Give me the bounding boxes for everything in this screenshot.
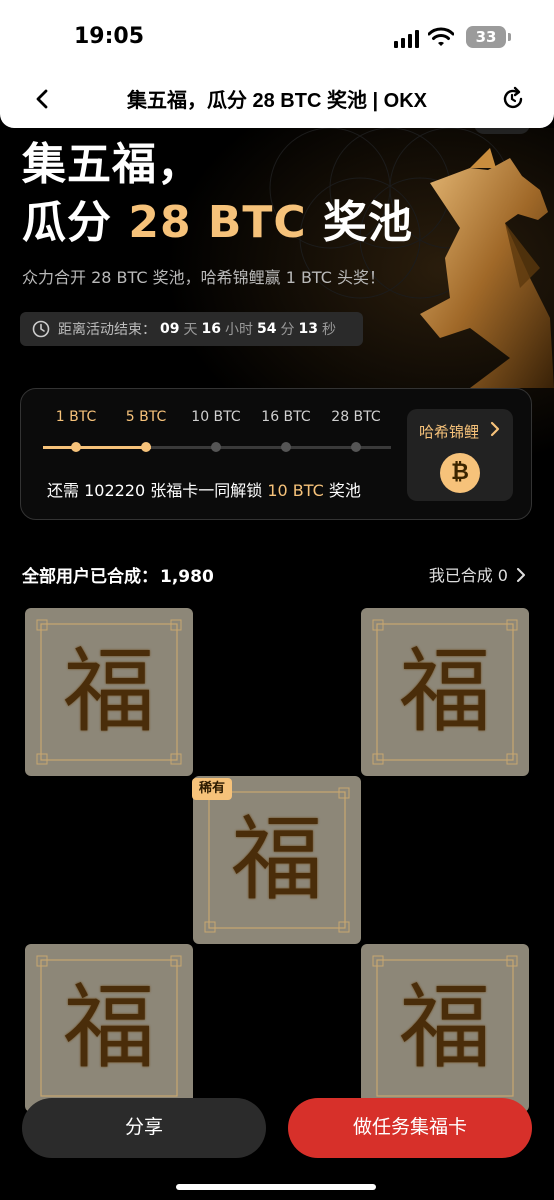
hash-koi-button[interactable]: 哈希锦鲤 ₿ (407, 409, 513, 501)
fu-card[interactable]: 福 (361, 608, 529, 776)
home-indicator[interactable] (176, 1184, 376, 1190)
tier-dot-3 (211, 442, 221, 452)
bitcoin-icon: ₿ (440, 453, 480, 493)
headline-line1: 集五福， (22, 139, 202, 190)
collect-cards-task-button[interactable]: 做任务集福卡 (288, 1098, 532, 1158)
tier-label-2: 5 BTC (125, 409, 167, 425)
fu-character: 福 (398, 638, 491, 745)
all-users-label: 全部用户已合成： (22, 567, 158, 587)
tier-dot-4 (281, 442, 291, 452)
countdown-minutes: 54 (256, 321, 277, 337)
refresh-icon[interactable] (498, 84, 528, 114)
headline: 集五福， 瓜分 28 BTC 奖池 (22, 136, 413, 252)
fu-card[interactable]: 福 (25, 608, 193, 776)
countdown-days: 09 (160, 321, 180, 337)
progress-fill (43, 446, 151, 449)
tier-label-3: 10 BTC (191, 409, 241, 425)
chevron-right-icon (490, 421, 500, 437)
fu-card[interactable]: 福 (361, 944, 529, 1112)
prize-pool-progress-card: 1 BTC 5 BTC 10 BTC 16 BTC 28 BTC 还需 1022… (20, 388, 532, 520)
chevron-right-icon (517, 568, 525, 582)
clock-icon (32, 320, 50, 338)
fu-character: 福 (398, 974, 491, 1081)
headline-accent: 28 BTC (128, 197, 307, 248)
tier-labels: 1 BTC 5 BTC 10 BTC 16 BTC 28 BTC (41, 409, 391, 429)
unlock-suffix: 奖池 (323, 481, 361, 500)
koi-label: 哈希锦鲤 (419, 423, 480, 441)
status-bar: 19:05 33 (0, 0, 554, 72)
tier-label-5: 28 BTC (331, 409, 381, 425)
unlock-requirement: 还需 102220 张福卡一同解锁 10 BTC 奖池 (47, 477, 361, 501)
headline-prefix: 瓜分 (22, 197, 129, 248)
fu-card[interactable]: 福 (25, 944, 193, 1112)
countdown-seconds-unit: 秒 (321, 322, 336, 338)
unlock-prefix: 还需 102220 张福卡一同解锁 (47, 481, 268, 500)
tier-dot-5 (351, 442, 361, 452)
countdown-days-unit: 天 (183, 322, 198, 338)
countdown-hours-unit: 小时 (224, 322, 253, 338)
headline-suffix: 奖池 (306, 197, 414, 248)
fu-card-rare[interactable]: 福 (193, 776, 361, 944)
signal-icon (394, 30, 420, 48)
fu-character: 福 (62, 638, 155, 745)
tier-label-4: 16 BTC (261, 409, 311, 425)
headline-line2: 瓜分 28 BTC 奖池 (22, 194, 413, 252)
fu-character: 福 (230, 806, 323, 913)
countdown-timer: 距离活动结束： 09 天 16 小时 54 分 13 秒 (20, 312, 363, 346)
unlock-accent: 10 BTC (267, 481, 324, 500)
my-synthesized-link[interactable]: 我已合成 0 (429, 562, 526, 586)
share-button[interactable]: 分享 (22, 1098, 266, 1158)
countdown-hours: 16 (201, 321, 221, 337)
tier-dot-2 (141, 442, 151, 452)
page-title: 集五福，瓜分 28 BTC 奖池 | OKX (126, 90, 428, 112)
my-synthesized-label: 我已合成 0 (428, 566, 508, 585)
back-icon[interactable] (28, 84, 58, 114)
all-users-value: 1,980 (160, 567, 214, 587)
nav-bar: 集五福，瓜分 28 BTC 奖池 | OKX (0, 72, 554, 128)
fu-character: 福 (62, 974, 155, 1081)
stats-row: 全部用户已合成： 1,980 我已合成 0 (22, 562, 532, 587)
countdown-label: 距离活动结束： (58, 322, 156, 338)
hero-subline: 众力合开 28 BTC 奖池，哈希锦鲤赢 1 BTC 头奖！ (22, 268, 386, 287)
status-time: 19:05 (74, 24, 145, 49)
countdown-seconds: 13 (298, 321, 318, 337)
countdown-minutes-unit: 分 (280, 322, 295, 338)
battery-icon: 33 (466, 26, 511, 48)
rare-badge: 稀有 (192, 778, 233, 800)
tier-dot-1 (71, 442, 81, 452)
tier-label-1: 1 BTC (55, 409, 97, 425)
wifi-icon (428, 27, 454, 46)
